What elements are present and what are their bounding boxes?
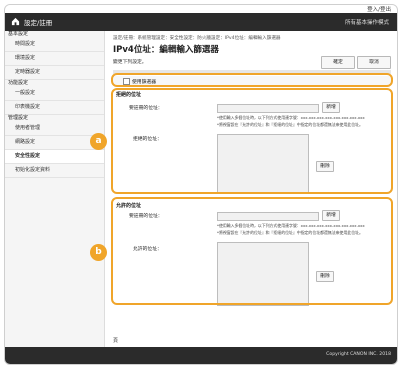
home-icon[interactable] bbox=[11, 17, 20, 26]
app-header: 設定/註冊 所有基本操作模式 bbox=[5, 13, 397, 31]
sidebar-item-security[interactable]: 安全性設定 bbox=[5, 150, 104, 164]
breadcrumb[interactable]: 設定/註冊：系統管理設定：安全性設定：防火牆設定：IPv4位址：編輯輸入篩選器 bbox=[113, 35, 281, 41]
sidebar-section-management: 管理設定 bbox=[8, 115, 29, 121]
change-settings-label: 變更下列設定。 bbox=[113, 60, 147, 65]
copyright-text: Copyright CANON INC. 2018 bbox=[326, 352, 391, 357]
footer: Copyright CANON INC. 2018 bbox=[5, 347, 397, 364]
app-title: 設定/註冊 bbox=[24, 19, 53, 27]
sidebar: 基本設定 時間設定 環境設定 定時器設定 功能設定 一般設定 印表機設定 管理設… bbox=[5, 31, 105, 347]
top-strip: 登入/登出 bbox=[5, 5, 397, 13]
sidebar-item-init-data[interactable]: 初始化設定資料 bbox=[5, 164, 104, 178]
ok-button[interactable]: 確定 bbox=[321, 56, 355, 69]
cancel-button[interactable]: 取消 bbox=[357, 56, 391, 69]
sidebar-item-time[interactable]: 時間設定 bbox=[5, 38, 104, 52]
sidebar-section-basic: 基本設定 bbox=[8, 31, 29, 37]
sidebar-item-timer[interactable]: 定時器設定 bbox=[5, 66, 104, 80]
highlight-use-filter bbox=[111, 73, 393, 87]
highlight-allowed-panel bbox=[111, 197, 393, 305]
login-logout-link[interactable]: 登入/登出 bbox=[367, 5, 391, 13]
sidebar-item-printer[interactable]: 印表機設定 bbox=[5, 101, 104, 115]
callout-marker-a: a bbox=[90, 133, 107, 150]
sidebar-section-function: 功能設定 bbox=[8, 80, 29, 86]
page-end-marker: 頁 bbox=[113, 338, 119, 344]
page-title: IPv4位址：編輯輸入篩選器 bbox=[113, 45, 219, 55]
sidebar-item-environment[interactable]: 環境設定 bbox=[5, 52, 104, 66]
callout-marker-b: b bbox=[90, 244, 107, 261]
highlight-rejected-panel bbox=[111, 88, 393, 194]
sidebar-item-general[interactable]: 一般設定 bbox=[5, 87, 104, 101]
mode-text: 所有基本操作模式 bbox=[344, 20, 389, 26]
sidebar-item-user-management[interactable]: 使用者管理 bbox=[5, 122, 104, 136]
browser-frame: 登入/登出 設定/註冊 所有基本操作模式 基本設定 時間設定 環境設定 定時器設… bbox=[4, 4, 398, 365]
